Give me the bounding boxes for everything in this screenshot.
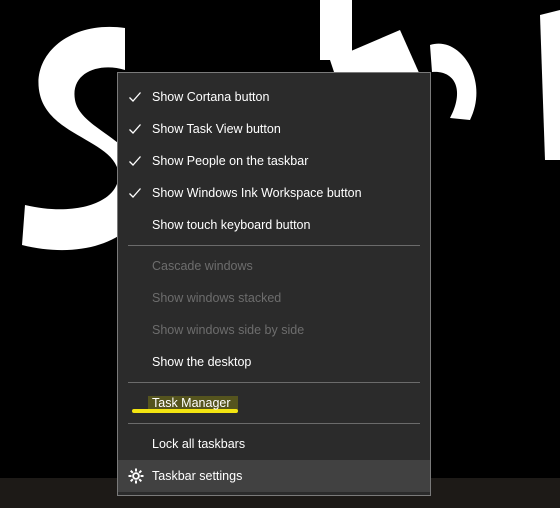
menu-item-show-cortana[interactable]: Show Cortana button (118, 81, 430, 113)
menu-item-label: Cascade windows (152, 259, 253, 273)
menu-item-task-manager[interactable]: Task Manager (118, 387, 430, 419)
menu-item-label: Lock all taskbars (152, 437, 246, 451)
menu-item-label: Show Cortana button (152, 90, 270, 104)
menu-item-show-ink-workspace[interactable]: Show Windows Ink Workspace button (118, 177, 430, 209)
menu-separator (128, 245, 420, 246)
menu-item-show-desktop[interactable]: Show the desktop (118, 346, 430, 378)
menu-item-label: Show Windows Ink Workspace button (152, 186, 362, 200)
checkmark-icon (129, 156, 141, 166)
menu-item-show-windows-side-by-side: Show windows side by side (118, 314, 430, 346)
menu-item-label: Show People on the taskbar (152, 154, 309, 168)
menu-separator (128, 423, 420, 424)
menu-item-show-people[interactable]: Show People on the taskbar (118, 145, 430, 177)
menu-item-label: Taskbar settings (152, 469, 243, 483)
menu-item-label: Show Task View button (152, 122, 281, 136)
menu-item-label: Task Manager (152, 396, 231, 410)
gear-icon (128, 468, 144, 484)
menu-item-show-touch-keyboard[interactable]: Show touch keyboard button (118, 209, 430, 241)
desktop: Show Cortana button Show Task View butto… (0, 0, 560, 508)
menu-item-label: Show the desktop (152, 355, 252, 369)
menu-item-show-task-view[interactable]: Show Task View button (118, 113, 430, 145)
menu-item-cascade-windows: Cascade windows (118, 250, 430, 282)
checkmark-icon (129, 188, 141, 198)
menu-item-label: Show touch keyboard button (152, 218, 311, 232)
menu-item-lock-all-taskbars[interactable]: Lock all taskbars (118, 428, 430, 460)
menu-item-label: Show windows side by side (152, 323, 305, 337)
menu-item-label: Show windows stacked (152, 291, 282, 305)
checkmark-icon (129, 124, 141, 134)
checkmark-icon (129, 92, 141, 102)
menu-separator (128, 382, 420, 383)
taskbar-context-menu: Show Cortana button Show Task View butto… (117, 72, 431, 496)
menu-item-taskbar-settings[interactable]: Taskbar settings (118, 460, 430, 492)
menu-item-show-windows-stacked: Show windows stacked (118, 282, 430, 314)
